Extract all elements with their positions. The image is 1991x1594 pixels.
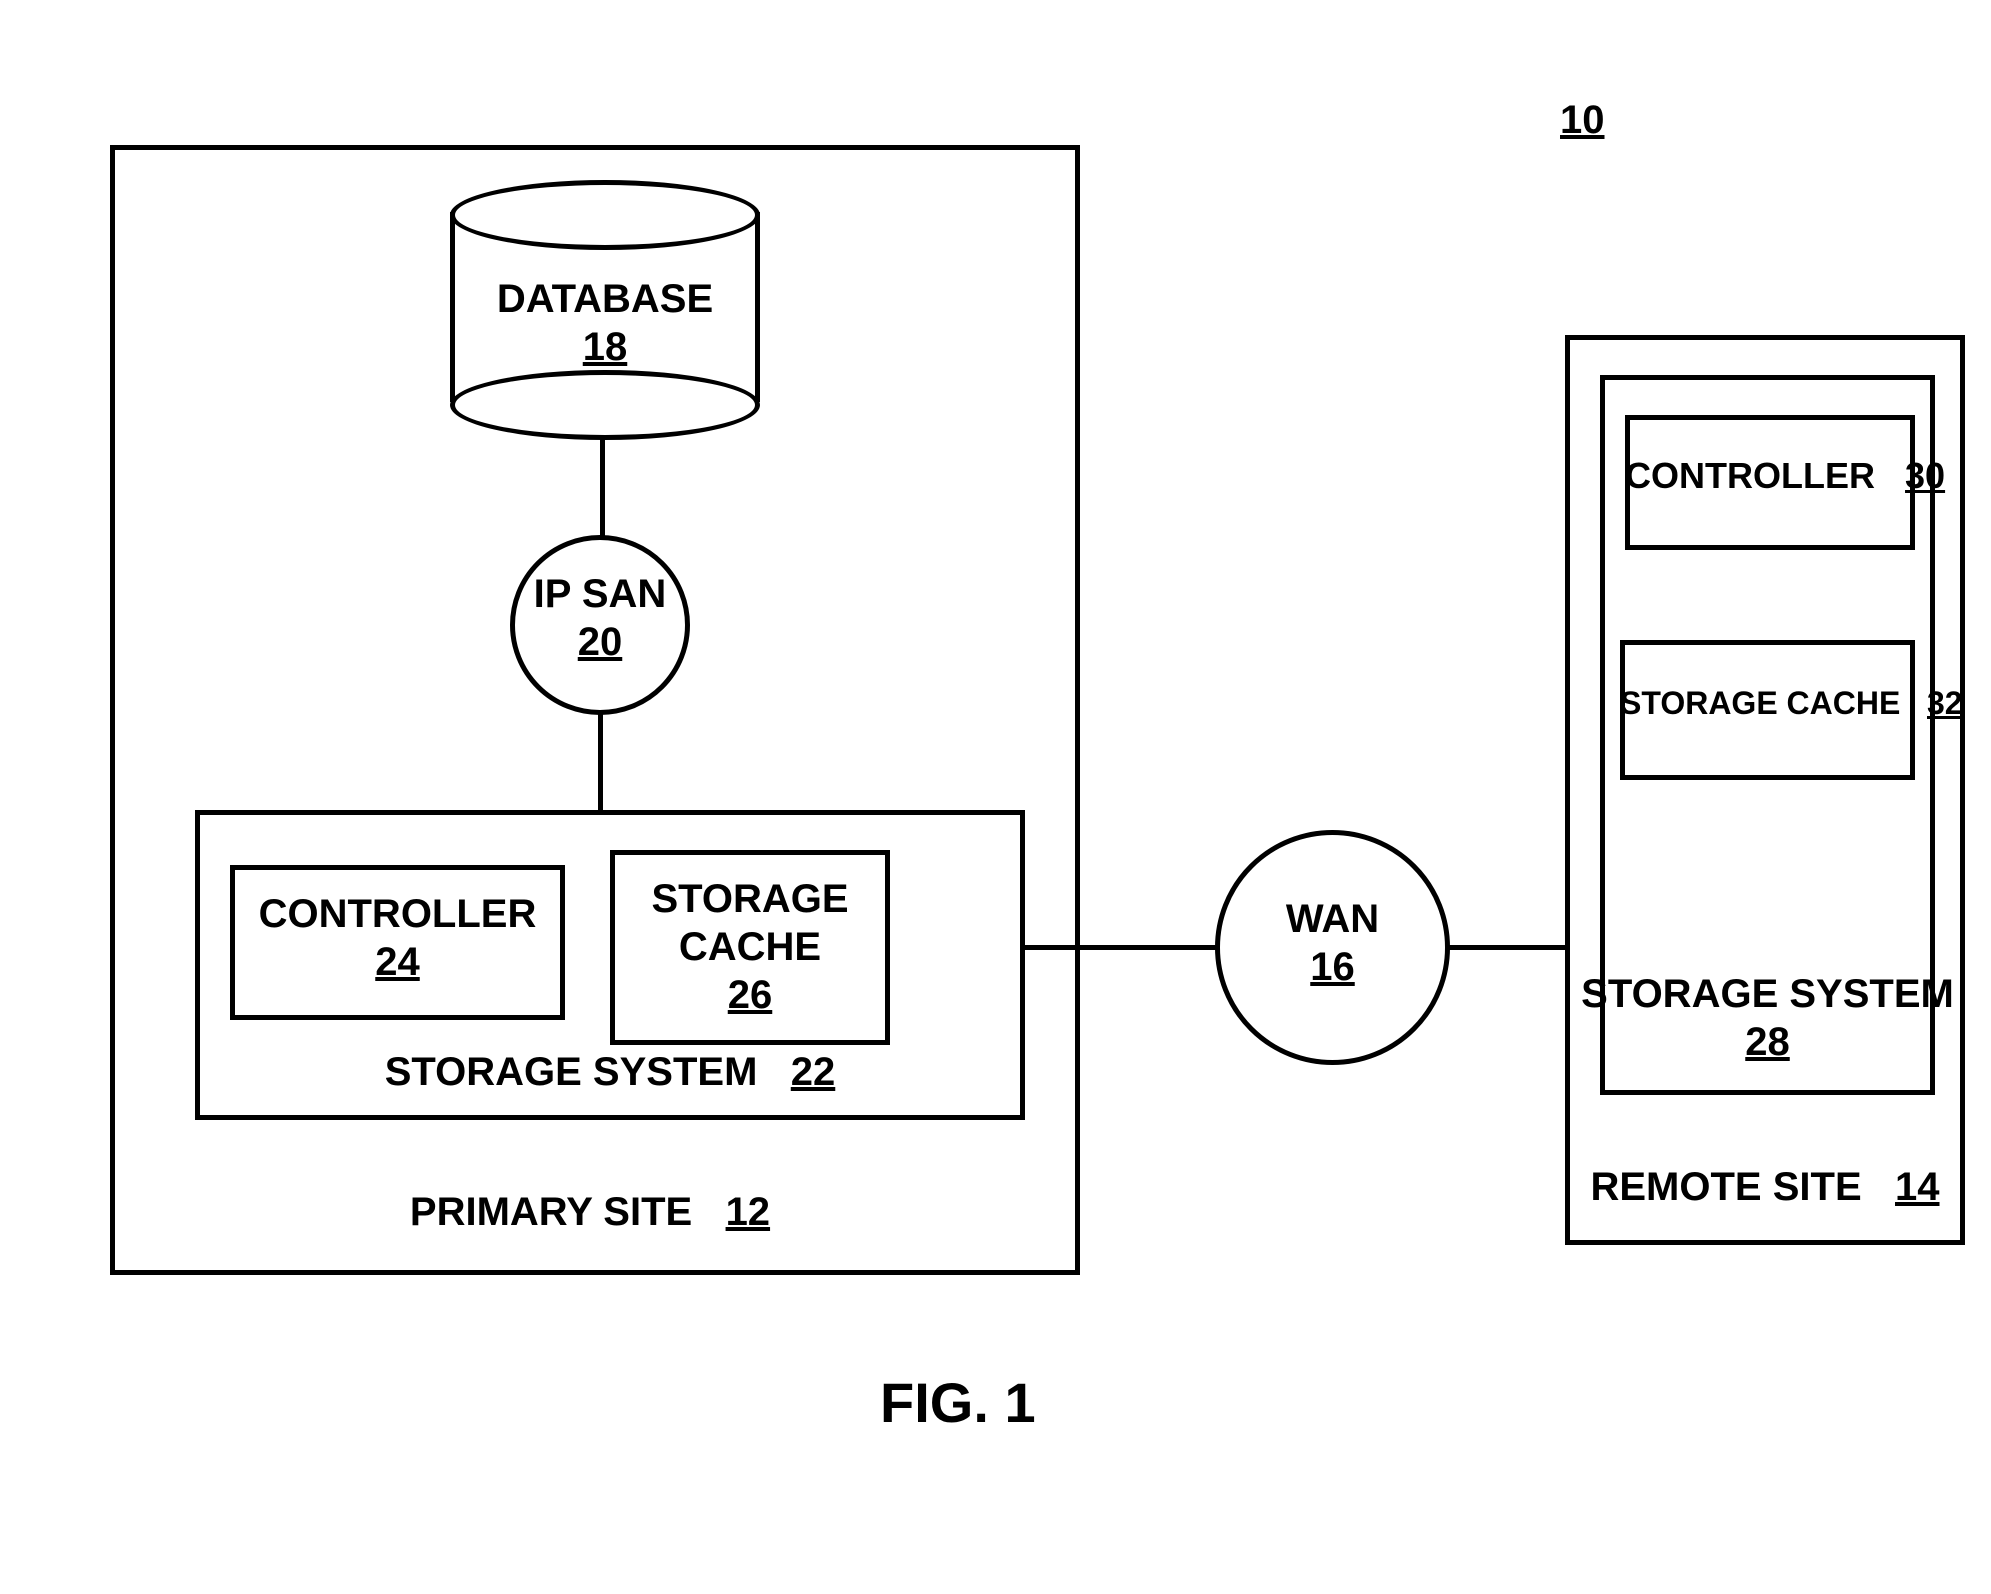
storage-cache-32-label: STORAGE CACHE 32	[1620, 685, 1915, 722]
storage-system-28-num: 28	[1745, 1018, 1790, 1066]
controller-24-text: CONTROLLER	[259, 890, 537, 938]
controller-30-text: CONTROLLER	[1625, 455, 1875, 496]
storage-cache-26-num: 26	[728, 971, 773, 1019]
remote-site-num: 14	[1895, 1165, 1940, 1209]
storage-system-22-label: STORAGE SYSTEM 22	[330, 1050, 890, 1095]
controller-24-num: 24	[375, 938, 420, 986]
wan-label: WAN 16	[1215, 895, 1450, 991]
ipsan-label: IP SAN 20	[510, 570, 690, 666]
remote-site-label: REMOTE SITE 14	[1565, 1165, 1965, 1210]
storage-cache-32-num: 32	[1927, 685, 1963, 721]
storage-system-22-num: 22	[791, 1050, 836, 1094]
primary-site-text: PRIMARY SITE	[410, 1190, 692, 1234]
database-label: DATABASE 18	[450, 275, 760, 371]
diagram-stage: 10 PRIMARY SITE 12 DATABASE 18 IP SAN 20…	[0, 0, 1991, 1594]
figure-caption: FIG. 1	[880, 1370, 1036, 1435]
storage-system-22-text: STORAGE SYSTEM	[385, 1050, 758, 1094]
controller-24-label: CONTROLLER 24	[230, 890, 565, 986]
controller-30-num: 30	[1905, 455, 1945, 496]
storage-system-28-text: STORAGE SYSTEM	[1581, 970, 1954, 1018]
primary-site-num: 12	[726, 1190, 771, 1234]
connector-storage22-wan	[1025, 945, 1220, 950]
storage-cache-32-text: STORAGE CACHE	[1620, 685, 1900, 721]
figure-ref-number: 10	[1560, 98, 1605, 143]
database-num: 18	[583, 323, 628, 371]
controller-30-label: CONTROLLER 30	[1625, 455, 1915, 497]
storage-cache-26-label: STORAGE CACHE 26	[610, 875, 890, 1019]
wan-text: WAN	[1286, 895, 1379, 943]
primary-site-label: PRIMARY SITE 12	[370, 1190, 810, 1235]
storage-cache-26-text2: CACHE	[679, 923, 821, 971]
remote-site-text: REMOTE SITE	[1590, 1165, 1861, 1209]
storage-cache-26-text1: STORAGE	[651, 875, 848, 923]
ipsan-num: 20	[578, 618, 623, 666]
connector-ipsan-storage	[598, 710, 603, 815]
ipsan-text: IP SAN	[534, 570, 667, 618]
wan-num: 16	[1310, 943, 1355, 991]
database-text: DATABASE	[497, 275, 713, 323]
storage-system-28-label: STORAGE SYSTEM 28	[1600, 970, 1935, 1066]
